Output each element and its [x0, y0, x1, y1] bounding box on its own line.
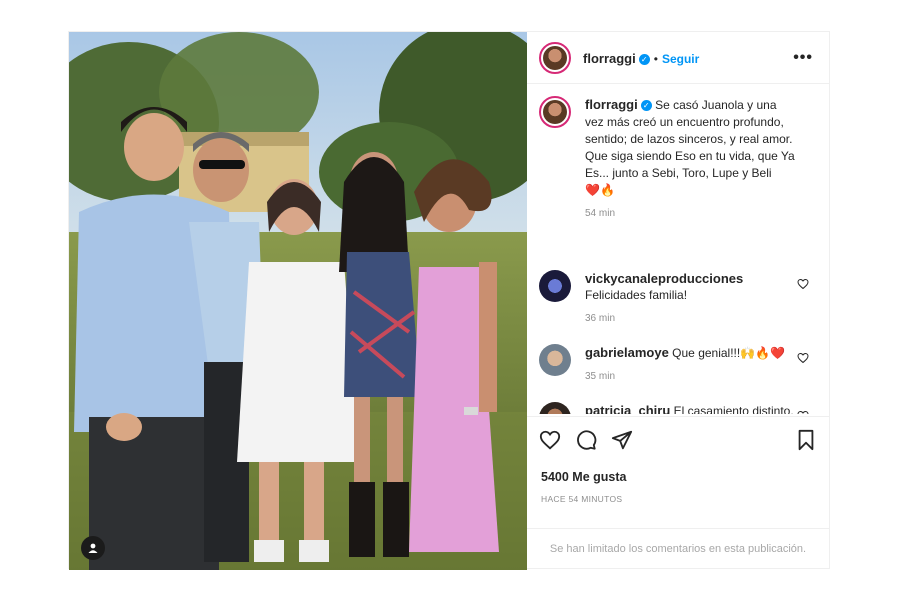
comment-username[interactable]: vickycanaleproducciones	[585, 270, 795, 287]
comment-like-heart-icon[interactable]	[797, 410, 809, 414]
comments-list[interactable]: florraggi ✓ Se casó Juanola y una vez más…	[527, 84, 829, 414]
caption-username[interactable]: florraggi	[585, 97, 638, 112]
post-photo[interactable]	[69, 32, 527, 570]
comment-icon[interactable]	[575, 429, 597, 451]
tag-user-icon	[88, 543, 98, 553]
group-photo-illustration	[69, 32, 527, 570]
author-avatar[interactable]	[539, 42, 571, 74]
header-author: florraggi ✓ • Seguir	[583, 50, 699, 68]
commenter-avatar[interactable]	[539, 402, 571, 414]
caption-emoji: ❤️🔥	[585, 183, 615, 197]
comment-text-block: gabrielamoye Que genial!!!🙌🔥❤️ 35 min	[585, 344, 795, 385]
share-icon[interactable]	[611, 429, 633, 451]
comment-like-heart-icon[interactable]	[797, 278, 809, 290]
comments-limited-notice: Se han limitado los comentarios en esta …	[527, 528, 829, 568]
post-header: florraggi ✓ • Seguir •••	[527, 32, 829, 84]
likes-count[interactable]: 5400 Me gusta	[541, 470, 626, 484]
verified-badge-icon: ✓	[638, 54, 650, 65]
post-side-panel: florraggi ✓ • Seguir ••• florraggi ✓ Se casó…	[527, 32, 829, 568]
comment-text: Que genial!!!🙌🔥❤️	[672, 346, 786, 360]
tag-user-button[interactable]	[81, 536, 105, 560]
comment-username[interactable]: gabrielamoye	[585, 345, 669, 360]
bookmark-icon[interactable]	[795, 429, 817, 451]
caption-time: 54 min	[585, 208, 616, 219]
comment-text: Felicidades familia!	[585, 288, 688, 302]
instagram-post: florraggi ✓ • Seguir ••• florraggi ✓ Se casó…	[68, 31, 830, 570]
comment-text-block: patricia_chiru El casamiento distinto. C…	[585, 402, 795, 414]
separator-dot: •	[653, 52, 658, 66]
caption-avatar[interactable]	[539, 96, 571, 128]
caption-text-block: florraggi ✓ Se casó Juanola y una vez más…	[585, 96, 795, 222]
comment-time: 36 min	[585, 313, 616, 324]
follow-button[interactable]: Seguir	[662, 52, 699, 66]
post-actions-bar	[527, 416, 829, 458]
more-options-icon[interactable]: •••	[793, 49, 813, 67]
post-timestamp[interactable]: HACE 54 MINUTOS	[541, 494, 622, 504]
commenter-avatar[interactable]	[539, 344, 571, 376]
commenter-avatar[interactable]	[539, 270, 571, 302]
comment-like-heart-icon[interactable]	[797, 352, 809, 364]
comment-time: 35 min	[585, 371, 616, 382]
comment-username[interactable]: patricia_chiru	[585, 403, 670, 414]
author-username[interactable]: florraggi	[583, 51, 636, 66]
verified-badge-icon: ✓	[640, 100, 652, 111]
heart-icon[interactable]	[539, 429, 561, 451]
comment-text-block: vickycanaleproducciones Felicidades fami…	[585, 270, 795, 327]
